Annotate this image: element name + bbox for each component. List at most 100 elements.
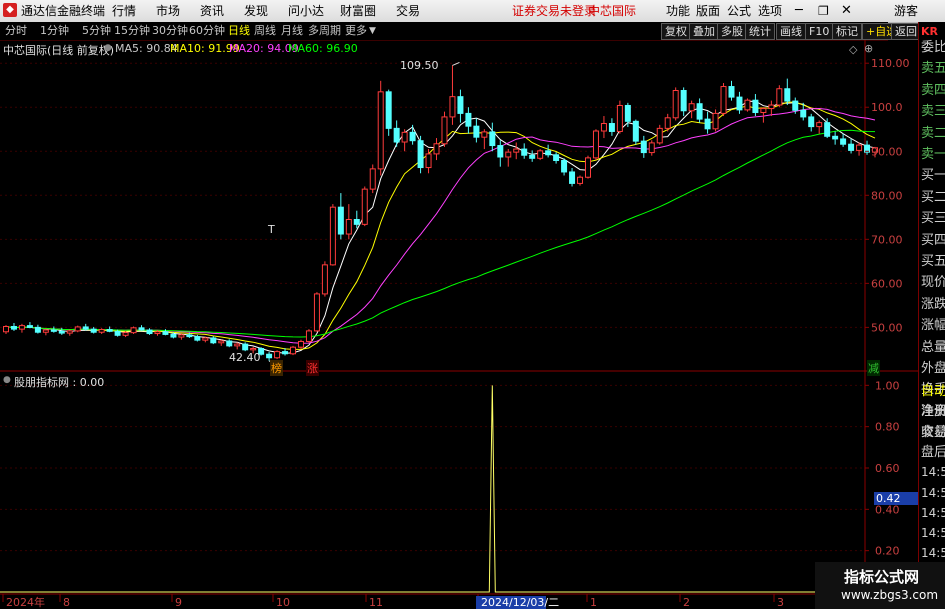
kline-chart-area[interactable]: 110.00 100.0 90.00 80.00 70.00 60.00 50.00 1.00… <box>0 40 918 609</box>
close-icon[interactable]: ✕ <box>841 0 852 22</box>
tf-week[interactable]: 周线 <box>254 22 276 40</box>
ma5-label: MA5: 90.84 <box>115 42 178 55</box>
menu-xuanxiang[interactable]: 选项 <box>758 0 782 22</box>
duogu-button[interactable]: 多股 <box>717 23 747 40</box>
candle-body <box>792 100 799 111</box>
menu-shichang[interactable]: 市场 <box>156 0 180 22</box>
menu-wenxiaoda[interactable]: 问小达 <box>288 0 324 22</box>
more-dropdown-icon[interactable]: ▼ <box>369 22 376 40</box>
menu-caifuquan[interactable]: 财富圈 <box>340 0 376 22</box>
diejia-button[interactable]: 叠加 <box>689 23 719 40</box>
tf-1min[interactable]: 1分钟 <box>40 22 69 40</box>
candle-body <box>146 329 153 335</box>
menu-faxian[interactable]: 发现 <box>244 0 268 22</box>
candle-body <box>170 333 177 338</box>
candle-body <box>457 96 464 114</box>
quote-row-7: 买二 <box>921 189 945 205</box>
back-button[interactable]: 返回 <box>891 23 921 40</box>
panel-subrow-4: 14:56 <box>921 465 945 480</box>
jian-mark-badge[interactable]: 减 <box>867 360 880 376</box>
tf-5min[interactable]: 5分钟 <box>82 22 111 40</box>
quote-row-11: 现价 <box>921 275 945 291</box>
candle-body <box>186 334 193 338</box>
tf-15min[interactable]: 15分钟 <box>114 22 150 40</box>
x-tick-label: 2024年 <box>6 595 45 609</box>
panel-subrow-5: 14:56 <box>921 485 945 500</box>
panel-subrow-0[interactable]: 自动 <box>921 384 945 399</box>
candle-body <box>305 330 312 342</box>
biaoji-button[interactable]: 标记 <box>832 23 862 40</box>
candle-body <box>42 329 49 333</box>
panel-subrow-6: 14:56 <box>921 505 945 520</box>
candle-body <box>688 103 695 112</box>
chart-settings-icon[interactable]: ● <box>104 43 112 53</box>
ma60-label: MA60: 96.90 <box>288 42 358 55</box>
candle-body <box>329 206 336 266</box>
login-notice[interactable]: 证券交易未登录 <box>512 0 596 22</box>
y-tick-label: 70.00 <box>871 233 903 246</box>
candle-body <box>720 86 727 114</box>
candle-body <box>218 340 225 344</box>
candle-body <box>3 325 9 333</box>
candle-body <box>90 328 97 333</box>
y-tick-label: 90.00 <box>871 145 903 158</box>
tongji-button[interactable]: 统计 <box>745 23 775 40</box>
tf-day[interactable]: 日线 <box>228 22 250 40</box>
candle-body <box>274 351 281 359</box>
candle-body <box>712 112 719 130</box>
bang-mark-badge[interactable]: 榜 <box>270 360 283 376</box>
site-url: www.zbgs3.com <box>841 588 939 602</box>
huaxian-button[interactable]: 画线 <box>776 23 806 40</box>
menu-jiaoyi[interactable]: 交易 <box>396 0 420 22</box>
panel-subrow-1[interactable]: 注册 <box>921 404 945 419</box>
tf-30min[interactable]: 30分钟 <box>152 22 188 40</box>
tf-60min[interactable]: 60分钟 <box>189 22 225 40</box>
restore-icon[interactable]: ❐ <box>818 0 829 22</box>
zhang-mark-badge[interactable]: 涨 <box>306 360 319 376</box>
title-bar: ◆ 通达信金融终端 行情 市场 资讯 发现 问小达 财富圈 交易 证券交易未登录… <box>0 0 945 23</box>
fuquan-button[interactable]: 复权 <box>661 23 691 40</box>
tf-month[interactable]: 月线 <box>281 22 303 40</box>
x-tick-label: 3 <box>777 596 784 609</box>
candle-body <box>82 326 89 330</box>
candle-body <box>234 343 241 347</box>
timeframe-bar: 分时 1分钟 5分钟 15分钟 30分钟 60分钟 日线 周线 月线 多周期 更… <box>0 22 921 41</box>
quote-row-8: 买三 <box>921 211 945 227</box>
menu-gongneng[interactable]: 功能 <box>666 0 690 22</box>
sub-settings-icon[interactable]: ● <box>3 375 11 385</box>
sub-current-value: 0.42 <box>874 492 920 505</box>
candle-body <box>433 143 440 155</box>
candle-body <box>577 176 584 184</box>
candle-body <box>800 109 807 118</box>
candle-body <box>385 91 392 129</box>
guest-label[interactable]: 游客 <box>894 0 918 22</box>
quote-row-4: 卖二 <box>921 125 945 141</box>
menu-gongshi[interactable]: 公式 <box>727 0 751 22</box>
tf-fenshi[interactable]: 分时 <box>5 22 27 40</box>
low-price-label: 42.40 <box>229 351 261 364</box>
candle-body <box>122 332 129 336</box>
menu-zixun[interactable]: 资讯 <box>200 0 224 22</box>
candle-body <box>58 330 65 334</box>
candle-body <box>377 91 384 170</box>
quote-row-6: 买一 <box>921 168 945 184</box>
candle-body <box>656 127 663 144</box>
diamond-icon[interactable]: ◇ <box>849 43 857 56</box>
menu-banmian[interactable]: 版面 <box>696 0 720 22</box>
tf-multi[interactable]: 多周期 <box>308 22 341 40</box>
tf-more[interactable]: 更多 <box>345 22 367 40</box>
zoom-icon[interactable]: ⊕ <box>864 42 873 55</box>
candle-body <box>10 325 17 330</box>
minimize-icon[interactable]: ─ <box>795 0 803 22</box>
candle-body <box>345 219 352 235</box>
candle-body <box>393 127 400 143</box>
candle-body <box>138 327 145 331</box>
f10-button[interactable]: F10 <box>805 23 834 40</box>
candle-body <box>409 131 416 142</box>
candle-body <box>760 108 767 114</box>
y-tick-label: 50.00 <box>871 321 903 334</box>
candle-body <box>537 150 544 159</box>
sub-y-tick-label: 1.00 <box>875 379 900 392</box>
panel-subrow-7: 14:56 <box>921 526 945 541</box>
menu-hangqing[interactable]: 行情 <box>112 0 136 22</box>
